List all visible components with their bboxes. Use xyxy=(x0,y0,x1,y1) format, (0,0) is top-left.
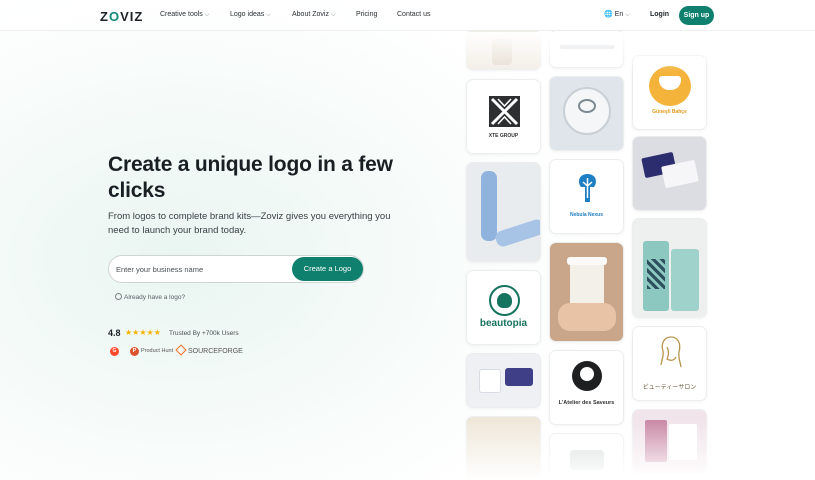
nav-creative-tools[interactable]: Creative tools ⌵ xyxy=(160,11,209,19)
beautopia-caption: beautopia xyxy=(479,318,528,329)
g2-badge: G xyxy=(110,347,119,356)
nebula-caption: Nebula Nexus xyxy=(569,212,604,218)
gallery-card-sign xyxy=(549,76,624,151)
gunesli-caption: Güneşli Bahçe xyxy=(652,109,687,115)
language-selector[interactable]: 🌐 En ⌵ xyxy=(604,10,630,19)
gallery-card-products xyxy=(466,353,541,408)
globe-icon: 🌐 xyxy=(604,11,613,18)
xte-logo-icon xyxy=(489,96,520,127)
chevron-down-icon: ⌵ xyxy=(266,12,271,18)
gallery-card-beautopia: beautopia xyxy=(466,270,541,345)
sourceforge-icon xyxy=(175,344,187,356)
gallery-card-nebula: Nebula Nexus xyxy=(549,159,624,234)
top-nav: ZOVIZ Creative tools ⌵ Logo ideas ⌵ About … xyxy=(0,0,815,31)
chevron-down-icon: ⌵ xyxy=(330,12,336,18)
zoviz-logo[interactable]: ZOVIZ xyxy=(100,9,143,24)
producthunt-badge: P Product Hunt xyxy=(130,347,173,356)
nav-logo-ideas[interactable]: Logo ideas ⌵ xyxy=(230,11,271,19)
producthunt-icon: P xyxy=(130,347,139,356)
login-link[interactable]: Login xyxy=(650,11,669,18)
nav-pricing[interactable]: Pricing xyxy=(356,11,377,18)
gallery-card-cup xyxy=(549,242,624,342)
gallery-card-cards xyxy=(632,136,707,211)
have-logo-link[interactable]: Already have a logo? xyxy=(115,293,185,301)
gallery-card-xte: XTE GROUP xyxy=(466,79,541,154)
sourceforge-badge: SOURCEFORGE xyxy=(175,344,243,356)
gallery-card-gunesli: Güneşli Bahçe xyxy=(632,55,707,130)
gallery-card-beauty-salon: ビューティーサロン xyxy=(632,326,707,401)
gallery-card-arabic xyxy=(549,30,624,68)
gallery-card-mockup-top xyxy=(466,30,541,70)
woman-profile-icon xyxy=(660,336,682,368)
gallery-card-atelier: L'Atelier des Saveurs xyxy=(549,350,624,425)
business-name-input[interactable] xyxy=(116,262,286,276)
signup-button[interactable]: Sign up xyxy=(679,6,714,25)
nebula-tree-icon xyxy=(579,174,596,202)
beauty-salon-caption: ビューティーサロン xyxy=(642,385,697,391)
create-logo-button[interactable]: Create a Logo xyxy=(292,257,363,281)
chevron-down-icon: ⌵ xyxy=(625,12,630,18)
gallery-card-pink xyxy=(632,409,707,473)
hero-title: Create a unique logo in a few clicks xyxy=(108,153,393,202)
upload-icon xyxy=(115,293,122,300)
gallery-card-cream xyxy=(466,416,541,480)
gallery-card-bottles xyxy=(466,162,541,262)
g2-icon: G xyxy=(110,347,119,356)
business-name-form: Create a Logo xyxy=(108,255,364,283)
chevron-down-icon: ⌵ xyxy=(204,12,210,18)
rating-stars-icon: ★★★★★ xyxy=(125,328,161,337)
nav-about[interactable]: About Zoviz ⌵ xyxy=(292,11,336,19)
atelier-caption: L'Atelier des Saveurs xyxy=(558,400,615,406)
gallery-card-plant xyxy=(549,433,624,480)
xte-caption: XTE GROUP xyxy=(488,133,519,139)
nav-contact[interactable]: Contact us xyxy=(397,11,430,18)
trusted-text: Trusted By +700k Users xyxy=(169,330,239,337)
gallery-card-packaging xyxy=(632,218,707,318)
rating-value: 4.8 xyxy=(108,328,121,338)
hero-subtitle: From logos to complete brand kits—Zoviz … xyxy=(108,211,391,236)
